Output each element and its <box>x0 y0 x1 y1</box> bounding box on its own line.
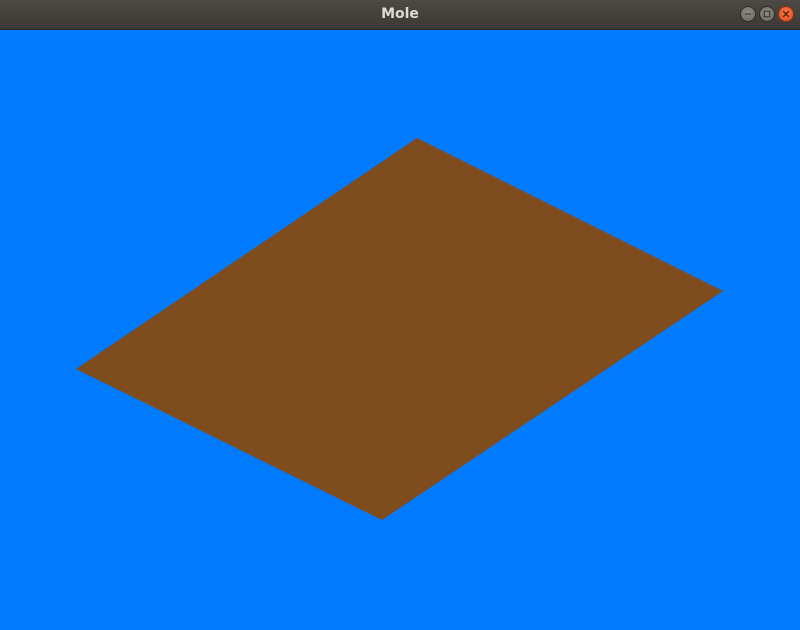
app-window: Mole <box>0 0 800 630</box>
close-icon <box>782 10 790 18</box>
ground-plane <box>76 138 723 520</box>
close-button[interactable] <box>778 6 794 22</box>
minimize-icon <box>745 13 751 15</box>
window-title: Mole <box>381 6 419 22</box>
title-bar[interactable]: Mole <box>0 0 800 30</box>
game-viewport[interactable] <box>0 30 800 630</box>
maximize-icon <box>763 10 771 18</box>
maximize-button[interactable] <box>759 6 775 22</box>
window-controls <box>740 6 794 24</box>
minimize-button[interactable] <box>740 6 756 22</box>
scene-canvas <box>76 138 723 520</box>
